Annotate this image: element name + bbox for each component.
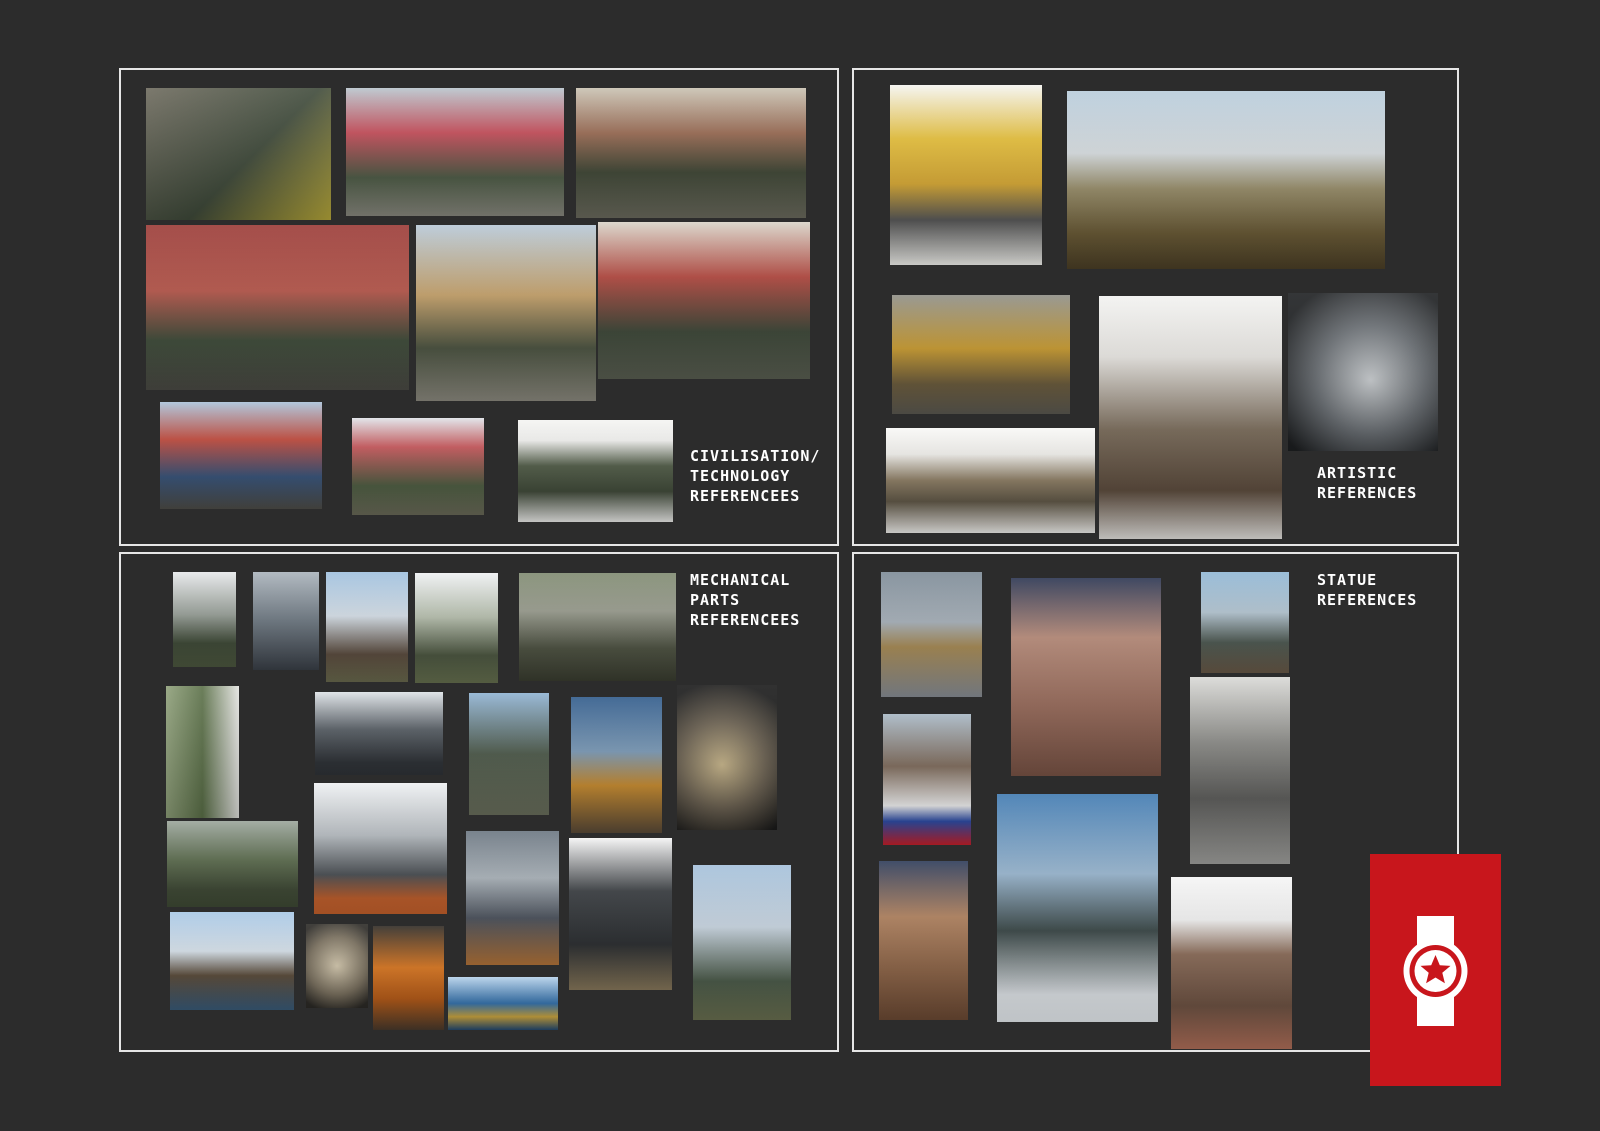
stone-guardian-statue-photo [1011, 578, 1161, 776]
radar-truck-photo [415, 573, 498, 683]
engine-cutaway-photo [306, 924, 368, 1008]
red-star-emblem [1370, 854, 1501, 1086]
stadium-parade-photo [598, 222, 810, 379]
engine-part-photo [677, 685, 777, 830]
giant-excavator-photo [314, 783, 447, 914]
green-speaker-array-photo [166, 686, 239, 818]
orange-machine-photo [373, 926, 444, 1030]
launcher-boxes-photo [315, 692, 443, 775]
tank-parade-photo [576, 88, 806, 218]
yellow-mech-sketch [890, 85, 1042, 265]
liberty-tower-concept [1099, 296, 1282, 539]
monument-figure-photo [1171, 877, 1292, 1049]
radar-dish-photo [326, 572, 408, 682]
red-star-emblem-icon [1403, 916, 1468, 1026]
missile-carrier-photo [160, 402, 322, 509]
mechanical-parts-label: MECHANICAL PARTS REFERENCEES [690, 571, 801, 629]
crane-launcher-photo [469, 693, 549, 815]
oil-rig-photo [170, 912, 294, 1010]
armored-truck-render [518, 420, 673, 522]
statue-references-label: STATUE REFERENCES [1317, 571, 1418, 609]
soldiers-speakers-photo [167, 821, 298, 907]
rocket-launcher-photo [519, 573, 676, 681]
artillery-tank-photo [352, 418, 484, 515]
kim-square-tank-photo [416, 225, 596, 401]
spider-mech-render [892, 295, 1070, 414]
gagarin-monument-photo [881, 572, 982, 697]
rotated-launcher-photo [569, 838, 672, 990]
excavator-photo [571, 697, 662, 833]
mech-leg-photo [253, 572, 319, 670]
hydraulic-cylinders-photo [466, 831, 559, 965]
lenin-statue-photo [1201, 572, 1289, 673]
walker-vehicle-concept [886, 428, 1095, 533]
woman-stone-statue-photo [879, 861, 968, 1020]
missile-truck-photo [146, 88, 331, 220]
mast-tower-photo [693, 865, 791, 1020]
red-square-tanks-photo [146, 225, 409, 390]
offshore-platform-photo [448, 977, 558, 1030]
alyosha-statue-photo [997, 794, 1158, 1022]
grey-mech-render [1288, 293, 1438, 451]
modernist-building-statue-photo [1190, 677, 1290, 864]
parade-missiles-photo [346, 88, 564, 216]
civilisation-technology-label: CIVILISATION/ TECHNOLOGY REFERENCEES [690, 447, 821, 505]
farm-mech-painting [1067, 91, 1385, 269]
artistic-references-label: ARTISTIC REFERENCES [1317, 464, 1418, 502]
radar-camo-photo [173, 572, 236, 667]
soldier-flag-statue-photo [883, 714, 971, 845]
